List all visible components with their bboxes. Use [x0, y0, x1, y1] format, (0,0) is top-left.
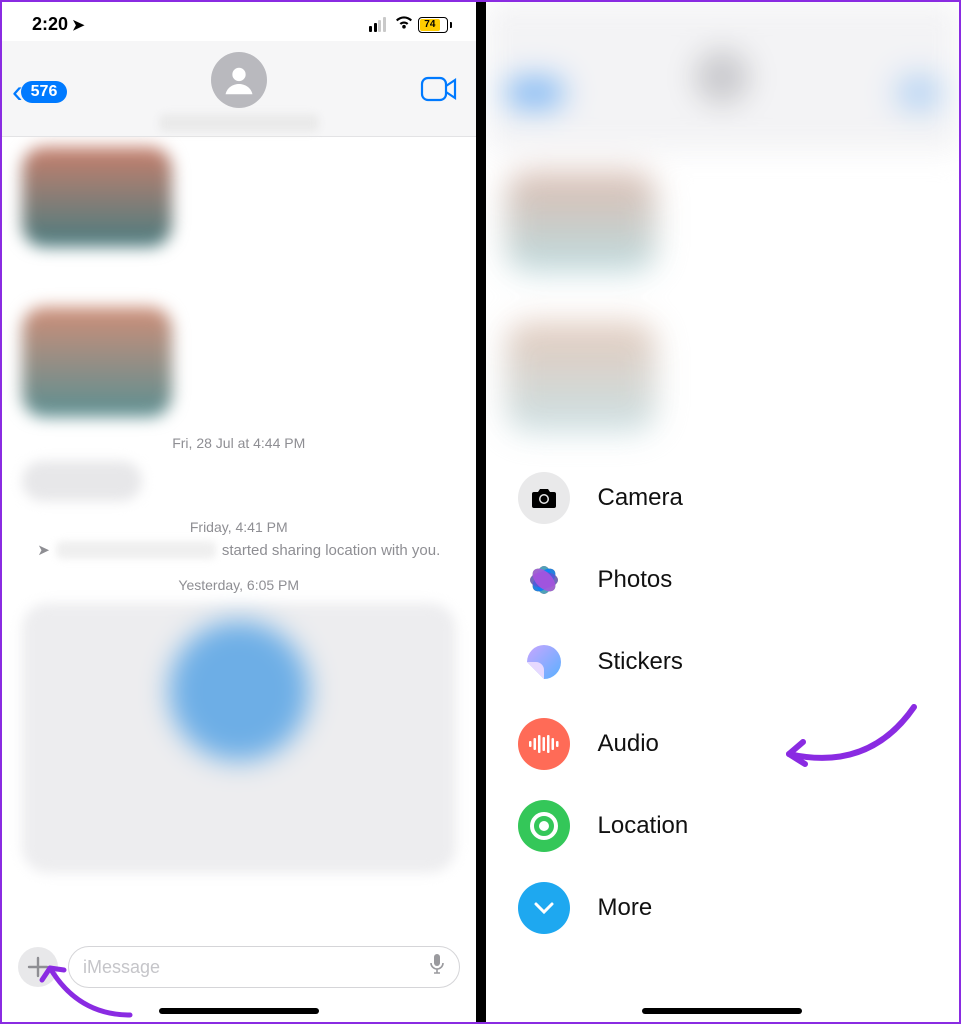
conversation-nav-bar: ‹ 576: [2, 41, 476, 137]
message-input-placeholder: iMessage: [83, 957, 160, 978]
location-share-notice: ➤ started sharing location with you.: [22, 541, 456, 559]
location-arrow-icon: ➤: [37, 541, 50, 559]
stickers-icon: [518, 636, 570, 688]
add-attachment-button[interactable]: [18, 947, 58, 987]
message-attachment-redacted: [22, 603, 456, 873]
attach-audio[interactable]: Audio: [518, 718, 920, 770]
attach-location[interactable]: Location: [518, 800, 920, 852]
conversation-body[interactable]: Fri, 28 Jul at 4:44 PM Friday, 4:41 PM ➤…: [2, 137, 476, 917]
attach-photos[interactable]: Photos: [518, 554, 920, 606]
attach-camera-label: Camera: [598, 484, 683, 512]
attach-stickers-label: Stickers: [598, 648, 683, 676]
home-indicator[interactable]: [642, 1008, 802, 1014]
attach-photos-label: Photos: [598, 566, 673, 594]
status-bar: 2:20 ➤ 74: [2, 2, 476, 41]
contact-name-redacted: [56, 541, 216, 559]
attach-location-label: Location: [598, 812, 689, 840]
battery-indicator: 74: [418, 17, 452, 33]
attach-stickers[interactable]: Stickers: [518, 636, 920, 688]
unread-count-badge: 576: [21, 81, 68, 103]
message-bubble-redacted: [22, 461, 142, 501]
message-bubble-redacted: [22, 307, 172, 417]
back-button[interactable]: ‹ 576: [12, 73, 67, 110]
messages-conversation-screen: 2:20 ➤ 74 ‹ 576: [2, 2, 481, 1022]
dictation-mic-icon[interactable]: [429, 953, 445, 981]
facetime-button[interactable]: [420, 74, 458, 109]
chevron-down-icon: [518, 882, 570, 934]
attachment-menu: Camera: [518, 472, 920, 934]
attach-more[interactable]: More: [518, 882, 920, 934]
contact-header[interactable]: [159, 52, 319, 132]
contact-avatar-icon: [211, 52, 267, 108]
attach-more-label: More: [598, 894, 653, 922]
home-indicator[interactable]: [159, 1008, 319, 1014]
attachment-menu-screen: Camera: [481, 2, 960, 1022]
message-input[interactable]: iMessage: [68, 946, 460, 988]
timestamp-label: Fri, 28 Jul at 4:44 PM: [22, 435, 456, 451]
attach-camera[interactable]: Camera: [518, 472, 920, 524]
location-icon: [518, 800, 570, 852]
camera-icon: [518, 472, 570, 524]
cellular-signal-icon: [369, 17, 386, 32]
status-time: 2:20: [32, 14, 68, 35]
timestamp-label: Yesterday, 6:05 PM: [22, 577, 456, 593]
attach-audio-label: Audio: [598, 730, 659, 758]
photos-icon: [518, 554, 570, 606]
compose-bar: iMessage: [2, 946, 476, 988]
wifi-icon: [394, 14, 414, 35]
message-bubble-redacted: [22, 147, 172, 247]
contact-name-redacted: [159, 114, 319, 132]
location-services-icon: ➤: [72, 16, 85, 34]
timestamp-label: Friday, 4:41 PM: [22, 519, 456, 535]
audio-icon: [518, 718, 570, 770]
